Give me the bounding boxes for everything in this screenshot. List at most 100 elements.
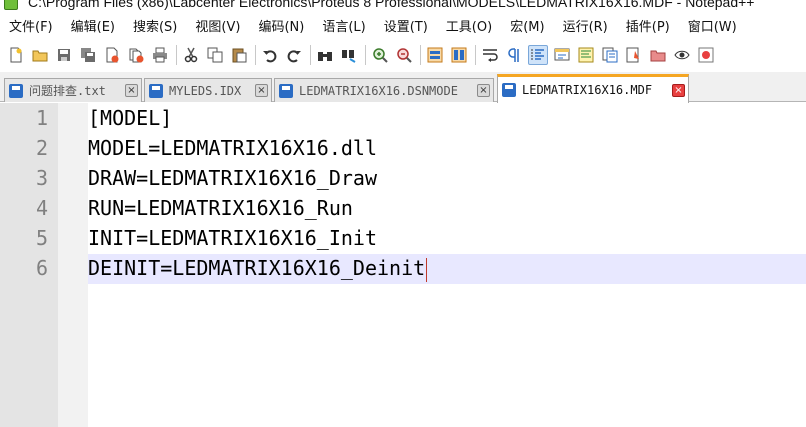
line-number: 5 — [36, 226, 49, 250]
menu-file[interactable]: 文件(F) — [0, 16, 62, 40]
save-all-icon — [81, 48, 95, 62]
tab-ledmatrix-mdf[interactable]: LEDMATRIX16X16.MDF × — [497, 74, 689, 103]
line-numbers: 1 2 3 4 5 6 — [0, 103, 58, 283]
menu-window[interactable]: 窗口(W) — [679, 16, 746, 40]
menu-macro[interactable]: 宏(M) — [501, 16, 553, 40]
replace-button[interactable] — [339, 45, 359, 65]
save-icon — [58, 49, 70, 61]
copy-icon — [207, 47, 223, 63]
toolbar-separator — [475, 45, 476, 65]
menu-view[interactable]: 视图(V) — [186, 16, 249, 40]
toolbar-separator — [310, 45, 311, 65]
code-line-current[interactable]: DEINIT=LEDMATRIX16X16_Deinit — [88, 253, 428, 283]
printer-icon — [153, 47, 167, 63]
show-all-characters-button[interactable] — [504, 45, 524, 65]
toolbar — [0, 40, 806, 70]
save-all-button[interactable] — [78, 45, 98, 65]
line-number: 3 — [36, 166, 49, 190]
zoom-in-icon — [373, 48, 388, 63]
word-wrap-button[interactable] — [480, 45, 500, 65]
zoom-in-button[interactable] — [370, 45, 390, 65]
line-number: 6 — [36, 256, 49, 280]
user-language-button[interactable] — [552, 45, 572, 65]
code-line-text: [MODEL] — [88, 106, 173, 130]
code-line[interactable]: INIT=LEDMATRIX16X16_Init — [88, 223, 427, 253]
redo-icon — [287, 50, 301, 63]
folder-workspace-button[interactable] — [624, 45, 644, 65]
toolbar-separator — [176, 45, 177, 65]
sync-horizontal-button[interactable] — [449, 45, 469, 65]
editor-area[interactable]: 1 2 3 4 5 6 [MODEL] MODEL=LEDMATRIX16X16… — [0, 103, 806, 427]
menu-language[interactable]: 语言(L) — [313, 16, 374, 40]
folder-as-workspace-icon — [626, 47, 639, 63]
record-macro-button[interactable] — [696, 45, 716, 65]
code-line-text: DRAW=LEDMATRIX16X16_Draw — [88, 166, 377, 190]
paste-button[interactable] — [229, 45, 249, 65]
code-line[interactable]: [MODEL] — [88, 103, 427, 133]
menu-encoding[interactable]: 编码(N) — [249, 16, 313, 40]
close-all-icon — [129, 48, 144, 63]
code-line[interactable]: DRAW=LEDMATRIX16X16_Draw — [88, 163, 427, 193]
indent-guide-button[interactable] — [528, 45, 548, 65]
tab-saved-icon — [502, 83, 516, 97]
sync-horizontal-icon — [451, 47, 467, 63]
window-title: C:\Program Files (x86)\Labcenter Electro… — [28, 0, 755, 10]
tab-label: 问题排查.txt — [29, 84, 106, 98]
document-list-button[interactable] — [648, 45, 668, 65]
menu-tools[interactable]: 工具(O) — [437, 16, 501, 40]
folder-icon — [650, 50, 666, 62]
paste-icon — [232, 48, 247, 63]
code-line[interactable]: RUN=LEDMATRIX16X16_Run — [88, 193, 427, 223]
tab-close-icon[interactable]: × — [125, 84, 138, 97]
code-line[interactable]: MODEL=LEDMATRIX16X16.dll — [88, 133, 427, 163]
binoculars-icon — [318, 52, 332, 61]
tab-ledmatrix-dsnmode[interactable]: LEDMATRIX16X16.DSNMODE × — [274, 78, 494, 102]
close-file-icon — [106, 47, 119, 63]
tab-saved-icon — [149, 83, 163, 98]
menu-run[interactable]: 运行(R) — [554, 16, 617, 40]
menu-search[interactable]: 搜索(S) — [124, 16, 186, 40]
function-list-icon — [602, 47, 618, 63]
zoom-out-button[interactable] — [394, 45, 414, 65]
find-button[interactable] — [315, 45, 335, 65]
close-file-button[interactable] — [102, 45, 122, 65]
line-number: 4 — [36, 196, 49, 220]
undo-button[interactable] — [260, 45, 280, 65]
tab-wentipaicha-txt[interactable]: 问题排查.txt × — [4, 78, 142, 102]
print-button[interactable] — [150, 45, 170, 65]
title-bar: C:\Program Files (x86)\Labcenter Electro… — [0, 0, 806, 12]
code-line-text: DEINIT=LEDMATRIX16X16_Deinit — [88, 256, 426, 280]
sync-vertical-button[interactable] — [425, 45, 445, 65]
code-line-text: MODEL=LEDMATRIX16X16.dll — [88, 136, 377, 160]
tab-myleds-idx[interactable]: MYLEDS.IDX × — [144, 78, 272, 102]
open-file-button[interactable] — [30, 45, 50, 65]
document-map-icon — [578, 47, 594, 63]
tab-close-icon[interactable]: × — [672, 83, 685, 97]
tab-bar: 问题排查.txt × MYLEDS.IDX × LEDMATRIX16X16.D… — [0, 72, 806, 103]
zoom-out-icon — [397, 48, 412, 63]
menu-settings[interactable]: 设置(T) — [375, 16, 437, 40]
undo-icon — [263, 50, 277, 63]
word-wrap-icon — [483, 49, 498, 62]
tab-close-icon[interactable]: × — [477, 84, 490, 97]
monitoring-button[interactable] — [672, 45, 692, 65]
toolbar-separator — [365, 45, 366, 65]
tab-label: LEDMATRIX16X16.MDF — [522, 83, 653, 97]
tab-saved-icon — [279, 83, 293, 98]
cut-button[interactable] — [181, 45, 201, 65]
copy-button[interactable] — [205, 45, 225, 65]
menu-plugins[interactable]: 插件(P) — [617, 16, 679, 40]
document-map-button[interactable] — [576, 45, 596, 65]
save-button[interactable] — [54, 45, 74, 65]
fold-margin[interactable] — [58, 103, 88, 427]
redo-button[interactable] — [284, 45, 304, 65]
code-text[interactable]: [MODEL] MODEL=LEDMATRIX16X16.dll DRAW=LE… — [88, 103, 428, 283]
close-all-button[interactable] — [126, 45, 146, 65]
menu-edit[interactable]: 编辑(E) — [62, 16, 124, 40]
eye-icon — [674, 50, 690, 60]
function-list-button[interactable] — [600, 45, 620, 65]
tab-label: LEDMATRIX16X16.DSNMODE — [299, 83, 458, 98]
tab-close-icon[interactable]: × — [255, 84, 268, 97]
new-file-button[interactable] — [6, 45, 26, 65]
user-language-icon — [554, 48, 570, 61]
